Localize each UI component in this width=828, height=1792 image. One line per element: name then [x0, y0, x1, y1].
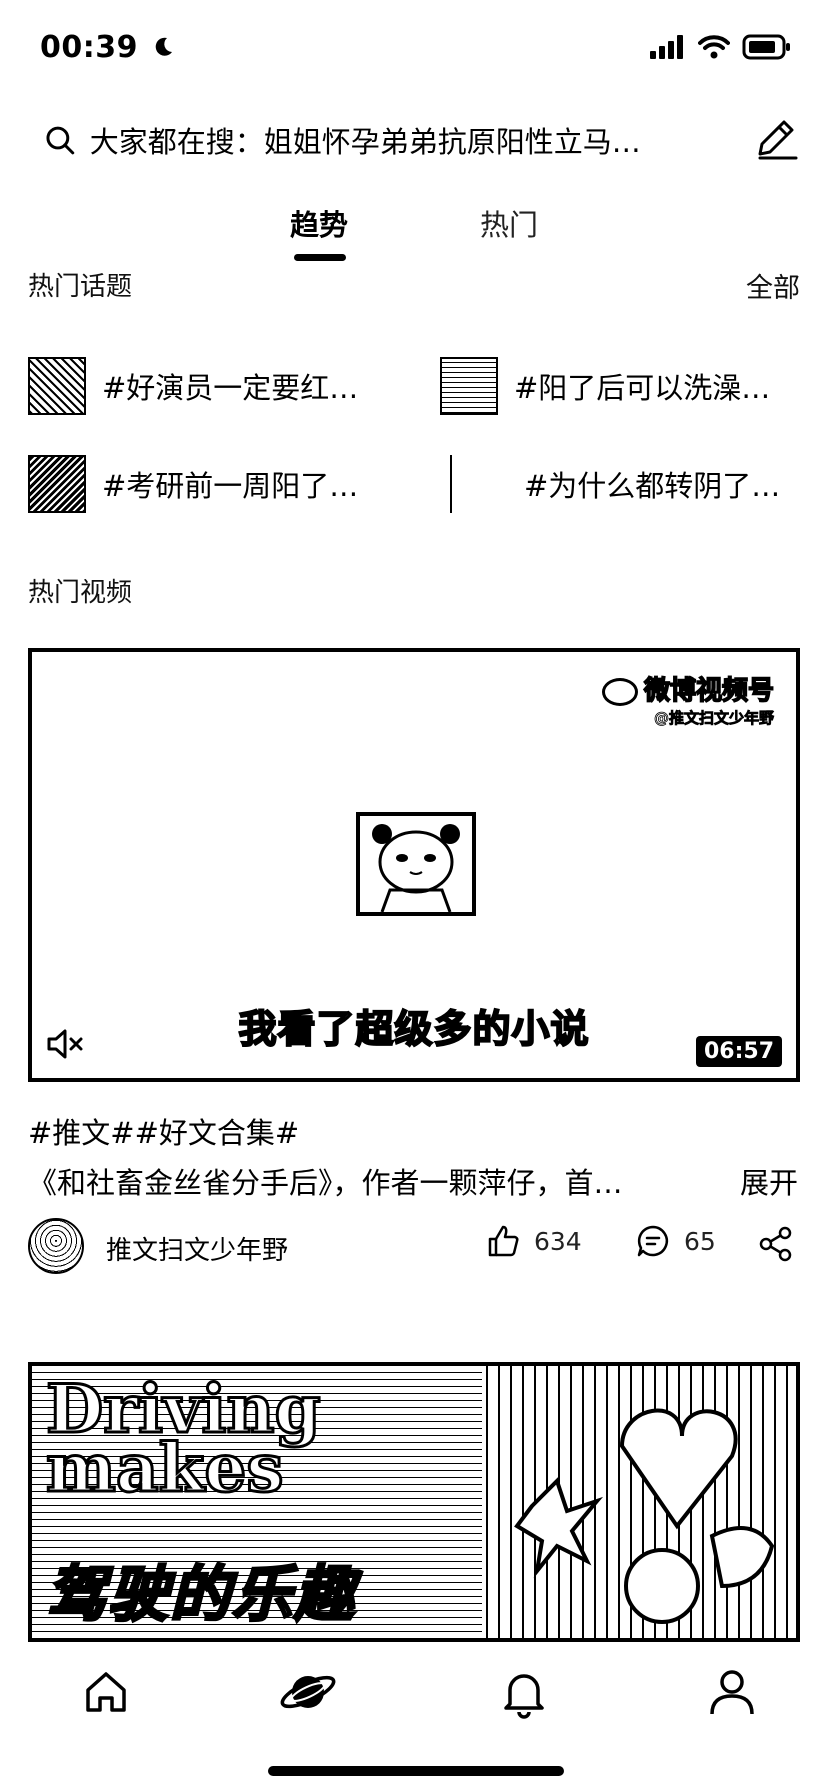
moon-icon [155, 37, 172, 56]
share-icon [759, 1226, 792, 1262]
post-description: 《和社畜金丝雀分手后》，作者一颗萍仔，首… [28, 1166, 623, 1200]
status-icons [650, 34, 792, 60]
status-time: 00:39 [40, 30, 175, 65]
heart-balloons-icon [514, 1408, 775, 1624]
topic-item[interactable]: #好演员一定要红… [28, 356, 408, 416]
topic-item[interactable]: #为什么都转阴了… [450, 454, 828, 514]
weibo-logo-icon [601, 677, 638, 706]
comment-icon [637, 1225, 669, 1257]
topic-thumbnail [28, 455, 86, 513]
home-indicator[interactable] [268, 1766, 564, 1776]
topic-label: #阳了后可以洗澡… [514, 371, 771, 405]
pencil-icon [758, 120, 798, 160]
tab-trend[interactable]: 趋势 [290, 202, 348, 244]
panda-sticker [356, 812, 476, 916]
topic-thumbnail [28, 357, 86, 415]
video-duration: 06:57 [695, 1036, 782, 1067]
post-tags[interactable]: #推文##好文合集# [28, 1110, 299, 1152]
like-button[interactable]: 634 [486, 1224, 582, 1258]
hot-videos-title: 热门视频 [28, 578, 133, 608]
comment-button[interactable]: 65 [636, 1224, 716, 1258]
avatar[interactable] [28, 1218, 84, 1274]
topic-item[interactable]: #考研前一周阳了… [28, 454, 408, 514]
battery-icon [742, 34, 790, 60]
share-button[interactable] [758, 1226, 794, 1266]
tab-hot[interactable]: 热门 [480, 202, 538, 244]
tab-discover[interactable] [278, 1662, 338, 1722]
person-icon [710, 1670, 754, 1715]
hot-topics-title: 热门话题 [28, 272, 133, 302]
tab-profile[interactable] [702, 1662, 762, 1722]
compose-button[interactable] [752, 114, 800, 162]
topic-label: #为什么都转阴了… [524, 469, 781, 503]
active-tab-indicator [294, 254, 346, 261]
video-player[interactable]: 微博视频号 @推文扫文少年野 我看了超级多的小说 06:57 [28, 648, 800, 1082]
topic-thumbnail [440, 357, 498, 415]
thumbnail-title: Driving makes [45, 1370, 323, 1508]
mute-button[interactable] [46, 1028, 86, 1064]
search-icon [46, 126, 75, 155]
topic-item[interactable]: #阳了后可以洗澡… [440, 356, 820, 416]
see-all-link[interactable]: 全部 [746, 266, 800, 305]
topic-label: #考研前一周阳了… [102, 469, 359, 503]
signal-icon [650, 35, 683, 59]
search-placeholder: 大家都在搜：姐姐怀孕弟弟抗原阳性立马… [89, 125, 641, 159]
author-name[interactable]: 推文扫文少年野 [106, 1230, 288, 1267]
planet-icon [280, 1675, 336, 1709]
like-count: 634 [534, 1226, 582, 1256]
comment-count: 65 [684, 1226, 716, 1256]
video-subtitle: 我看了超级多的小说 [237, 1006, 590, 1052]
expand-button[interactable]: 展开 [740, 1160, 798, 1202]
tab-home[interactable] [76, 1662, 136, 1722]
watermark: 微博视频号 @推文扫文少年野 [601, 670, 775, 728]
wifi-icon [698, 35, 730, 59]
bell-icon [504, 1674, 544, 1719]
video-thumbnail[interactable]: Driving makes 驾驶的乐趣 [28, 1362, 800, 1642]
search-bar[interactable]: 大家都在搜：姐姐怀孕弟弟抗原阳性立马… [44, 110, 684, 170]
thumbs-up-icon [488, 1225, 519, 1257]
mute-icon [47, 1029, 83, 1059]
thumbnail-caption: 驾驶的乐趣 [45, 1559, 356, 1632]
topic-thumbnail [450, 455, 490, 513]
tab-notifications[interactable] [494, 1662, 554, 1722]
home-icon [86, 1672, 126, 1712]
topic-label: #好演员一定要红… [102, 371, 359, 405]
